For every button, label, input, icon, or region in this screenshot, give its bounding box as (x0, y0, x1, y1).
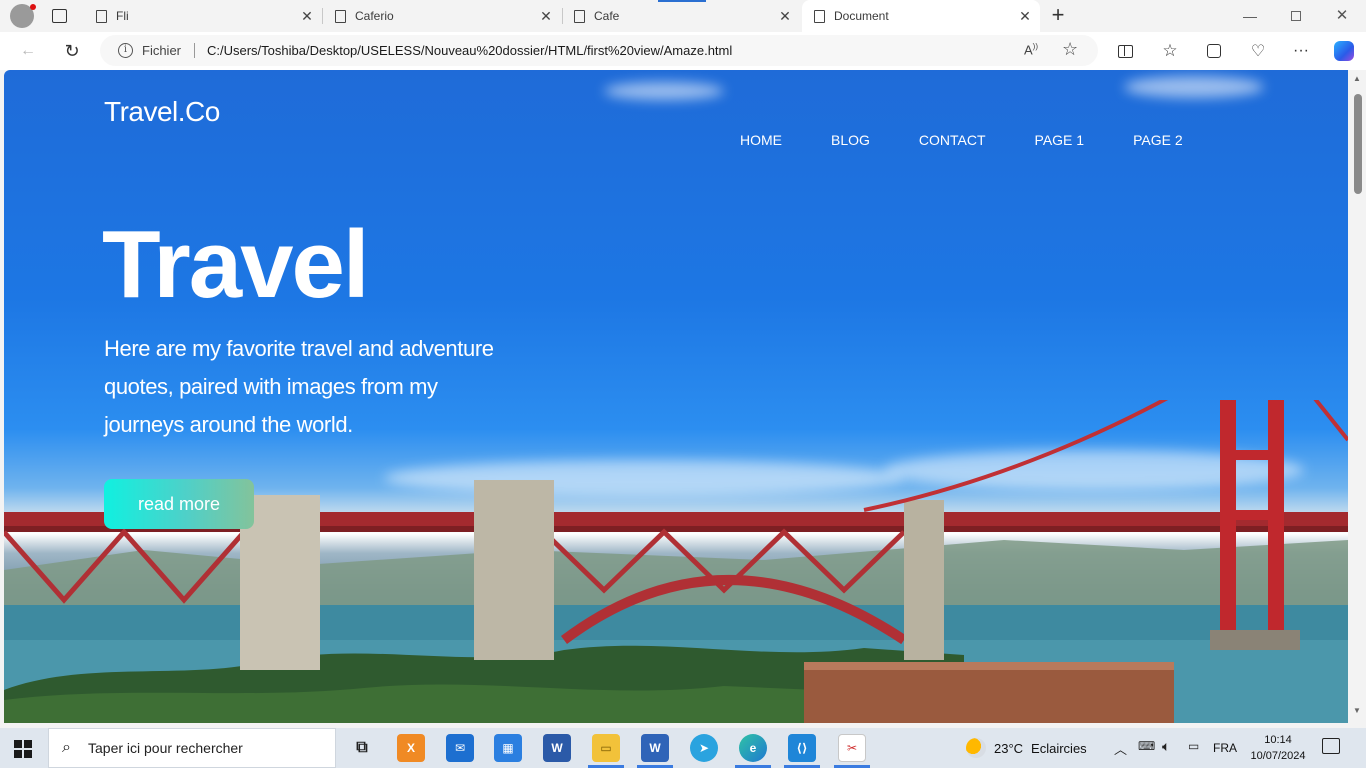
search-icon: ⌕ (62, 739, 71, 756)
close-tab-icon[interactable]: ✕ (778, 9, 792, 23)
info-icon[interactable]: i (118, 43, 133, 58)
scrollbar-thumb[interactable] (1354, 94, 1362, 194)
xampp-icon[interactable]: X (397, 734, 425, 762)
weather-text: Eclaircies (1031, 740, 1087, 756)
profile-avatar[interactable] (10, 4, 36, 28)
mail-icon[interactable]: ✉ (446, 734, 474, 762)
new-tab-button[interactable]: + (1046, 4, 1070, 28)
tab-strip: Fli ✕ Caferio ✕ Cafe ✕ Document ✕ + — ✕ (0, 0, 1366, 32)
tab-label: Fli (116, 9, 129, 23)
cloud (604, 82, 724, 100)
word-icon[interactable]: W (543, 734, 571, 762)
tab-label: Document (834, 9, 889, 23)
speaker-icon[interactable]: 🔈︎ (1162, 738, 1170, 755)
back-button[interactable]: ← (14, 37, 42, 65)
weather-widget[interactable]: 23°C Eclaircies (966, 738, 1087, 758)
scroll-up-icon[interactable]: ▲ (1353, 74, 1361, 83)
word-doc-icon[interactable]: W (641, 734, 669, 762)
minimize-button[interactable]: — (1236, 8, 1264, 24)
nav-blog[interactable]: BLOG (831, 132, 870, 148)
page-scrollbar[interactable]: ▲ ▼ (1348, 70, 1366, 723)
page-icon (814, 9, 825, 23)
collections-icon[interactable] (1200, 37, 1228, 65)
main-nav: HOME BLOG CONTACT PAGE 1 PAGE 2 (740, 132, 1232, 148)
tab-fli[interactable]: Fli ✕ (88, 0, 322, 32)
close-tab-icon[interactable]: ✕ (539, 9, 553, 23)
tab-document[interactable]: Document ✕ (802, 0, 1040, 32)
refresh-button[interactable]: ↻ (58, 37, 86, 65)
snipping-tool-icon[interactable]: ✂ (838, 734, 866, 762)
hero-title: Travel (102, 211, 370, 318)
favorite-star-icon[interactable]: ☆ (1062, 39, 1078, 60)
tab-separator (322, 8, 323, 24)
search-placeholder: Taper ici pour rechercher (88, 740, 243, 756)
weather-temp: 23°C (994, 740, 1024, 756)
keyboard-icon[interactable]: ⌨ (1138, 739, 1155, 753)
tab-cafe[interactable]: Cafe ✕ (566, 0, 800, 32)
vscode-icon[interactable]: ⟨⟩ (788, 734, 816, 762)
address-divider (194, 43, 195, 58)
nav-contact[interactable]: CONTACT (919, 132, 986, 148)
tab-label: Caferio (355, 9, 394, 23)
edge-icon[interactable]: e (739, 734, 767, 762)
nav-page-2[interactable]: PAGE 2 (1133, 132, 1183, 148)
system-clock[interactable]: 10:14 10/07/2024 (1250, 732, 1306, 764)
address-bar[interactable]: i Fichier C:/Users/Toshiba/Desktop/USELE… (100, 35, 1098, 66)
close-tab-icon[interactable]: ✕ (1018, 9, 1032, 23)
meet-now-icon[interactable]: ▭ (1188, 739, 1199, 753)
protocol-label: Fichier (142, 43, 182, 58)
url-text[interactable]: C:/Users/Toshiba/Desktop/USELESS/Nouveau… (207, 43, 732, 58)
brand-logo[interactable]: Travel.Co (104, 96, 220, 128)
page-icon (574, 9, 585, 23)
web-page: Travel.Co HOME BLOG CONTACT PAGE 1 PAGE … (4, 70, 1348, 723)
nav-page-1[interactable]: PAGE 1 (1035, 132, 1085, 148)
browser-essentials-icon[interactable]: ♡ (1244, 37, 1272, 65)
close-tab-icon[interactable]: ✕ (300, 9, 314, 23)
windows-taskbar: ⌕ Taper ici pour rechercher ⧉ X ✉ ▦ W ▭ … (0, 728, 1366, 768)
read-more-button[interactable]: read more (104, 479, 254, 529)
favorites-icon[interactable]: ☆ (1156, 37, 1184, 65)
clock-date: 10/07/2024 (1250, 750, 1306, 762)
browser-toolbar: ← ↻ i Fichier C:/Users/Toshiba/Desktop/U… (0, 32, 1366, 70)
tab-separator (562, 8, 563, 24)
file-explorer-icon[interactable]: ▭ (592, 734, 620, 762)
restore-button[interactable] (1282, 8, 1310, 24)
golden-gate-bridge-image (4, 400, 1348, 723)
page-icon (335, 9, 346, 23)
task-view-icon[interactable]: ⧉ (348, 734, 376, 762)
scroll-down-icon[interactable]: ▼ (1353, 706, 1361, 715)
show-hidden-icons[interactable]: ︿ (1114, 739, 1127, 758)
page-icon (96, 9, 107, 23)
start-button[interactable] (14, 740, 32, 758)
tab-label: Cafe (594, 9, 620, 23)
clock-time: 10:14 (1264, 734, 1292, 746)
cloud (1124, 76, 1264, 98)
weather-partly-sunny-icon (966, 738, 986, 758)
read-aloud-icon[interactable]: A)) (1024, 42, 1038, 57)
taskbar-search[interactable]: ⌕ Taper ici pour rechercher (48, 728, 336, 768)
split-screen-icon[interactable] (1111, 37, 1139, 65)
copilot-icon[interactable] (1330, 37, 1358, 65)
close-window-button[interactable]: ✕ (1328, 6, 1356, 24)
store-icon[interactable]: ▦ (494, 734, 522, 762)
telegram-icon[interactable]: ➤ (690, 734, 718, 762)
nav-home[interactable]: HOME (740, 132, 782, 148)
notifications-icon[interactable] (1322, 738, 1340, 754)
language-indicator[interactable]: FRA (1213, 741, 1237, 755)
hero-description: Here are my favorite travel and adventur… (104, 336, 494, 437)
tab-caferio[interactable]: Caferio ✕ (327, 0, 561, 32)
tab-actions-icon[interactable] (52, 9, 67, 23)
more-menu-icon[interactable]: ··· (1287, 37, 1315, 65)
